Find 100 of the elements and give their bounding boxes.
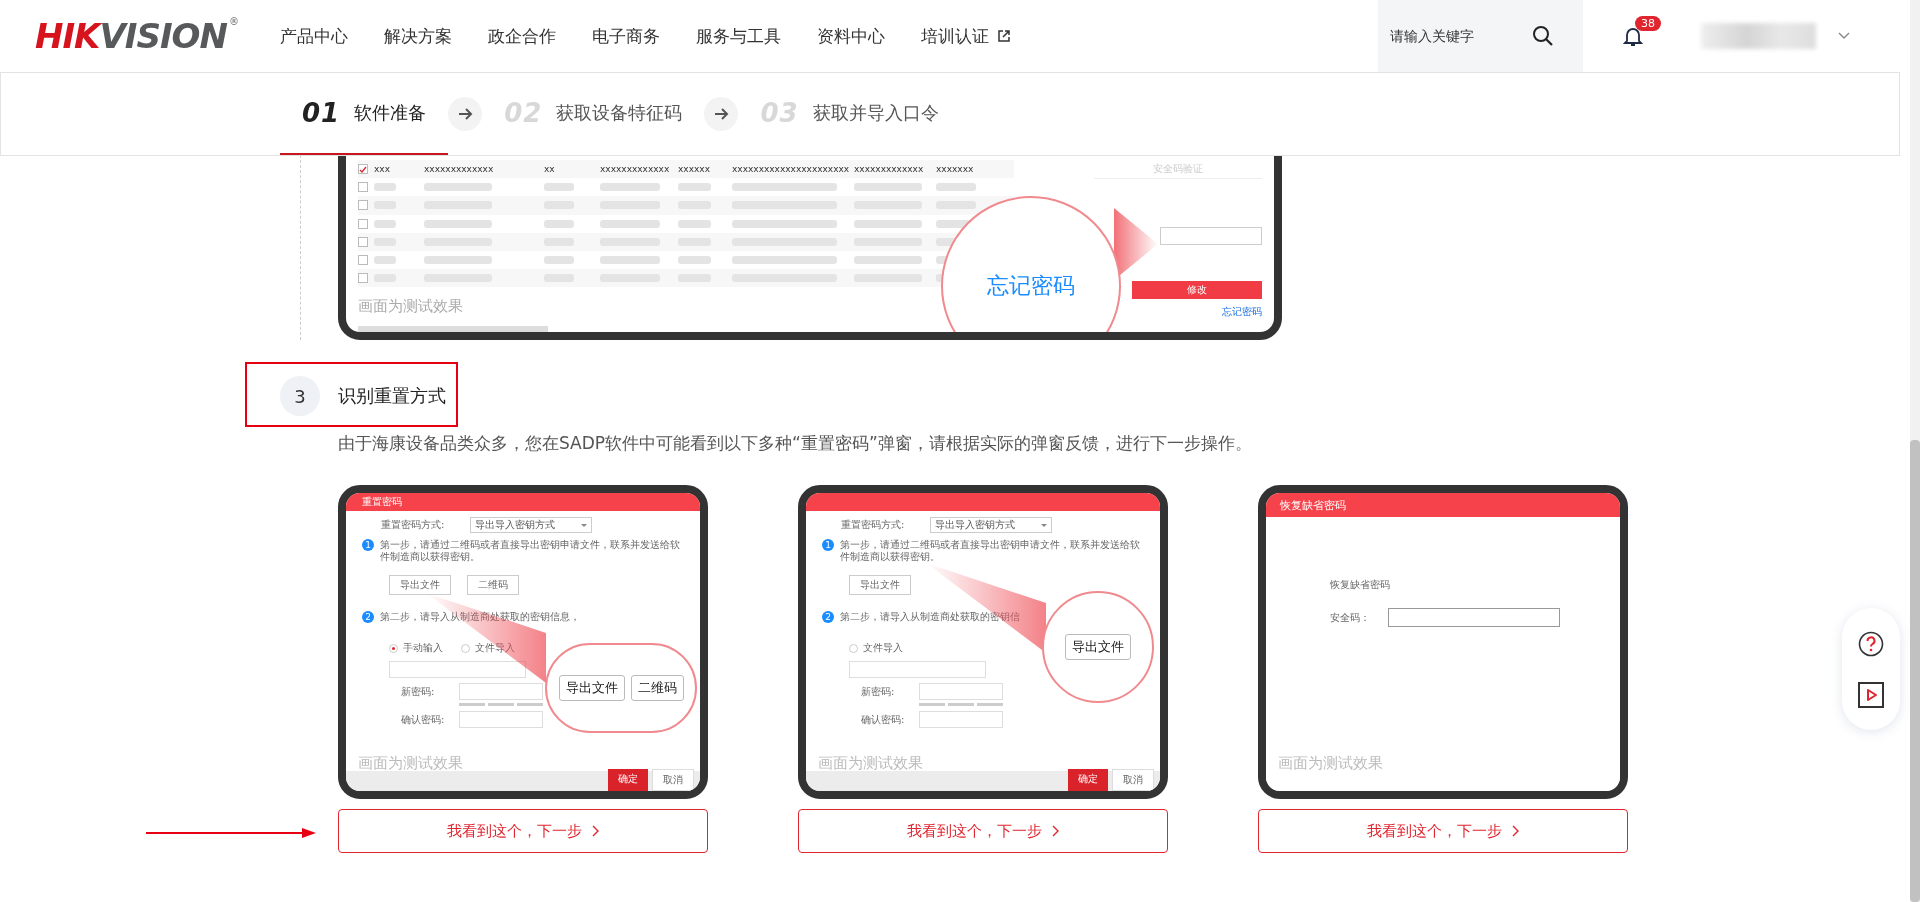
dialog-button[interactable]: 导出文件 [849,575,911,595]
preview-caption: 画面为测试效果 [818,755,923,771]
nav-link[interactable]: 资料中心 [816,24,885,48]
field-label: 新密码: [401,684,436,699]
next-step-button[interactable]: 我看到这个，下一步 [798,809,1168,853]
placeholder-bar [374,183,396,192]
placeholder-bar [544,256,574,265]
step-label: 获取并导入口令 [812,101,939,125]
table-cell-text: xxxxxxx [936,164,975,175]
placeholder-bar [600,256,660,265]
help-icon[interactable] [1858,630,1884,657]
dialog-button[interactable]: 导出文件 [558,675,625,701]
placeholder-bar [544,183,574,192]
step-label: 获取设备特征码 [556,101,683,125]
magnifier-lens: 忘记密码 [941,196,1121,332]
method-dropdown[interactable]: 导出导入密钥方式 [930,517,1053,533]
dialog-heading: 恢复缺省密码 [1330,578,1391,592]
cancel-button[interactable]: 取消 [652,769,694,791]
instruction-text: 第二步，请导入从制造商处获取的密钥信 [840,611,1020,623]
step-number-badge: 2 [822,611,834,623]
preview-caption: 画面为测试效果 [358,755,463,771]
search-icon [1532,25,1554,47]
method-dropdown[interactable]: 导出导入密钥方式 [470,517,593,533]
dropdown-value: 导出导入密钥方式 [475,518,556,532]
preview-caption: 画面为测试效果 [358,297,464,317]
table-cell-text: xxxxxx [678,164,711,175]
notification-badge: 38 [1635,15,1661,31]
field-label: 重置密码方式: [841,518,905,532]
table-cell-text: xxxxxxxxxxxxx [854,164,925,175]
confirm-button[interactable]: 确定 [1068,769,1108,791]
caret-icon [1838,32,1850,40]
placeholder-bar [678,219,711,228]
nav-link[interactable]: 产品中心 [279,24,348,48]
caret-icon [581,523,588,527]
forgot-password-link[interactable]: 忘记密码 [1222,305,1262,319]
placeholder-bar [544,219,574,228]
nav-link[interactable]: 政企合作 [487,24,556,48]
scrollbar-thumb[interactable] [1910,440,1920,902]
checkbox[interactable] [358,218,368,229]
step-number-badge: 1 [822,539,834,551]
placeholder-bar [854,219,922,228]
play-icon[interactable] [1858,681,1884,708]
table-cell-text: xxxxxxxxxxxxx [424,164,495,175]
input-field[interactable] [1388,608,1560,627]
checkbox[interactable] [358,255,368,266]
dialog-button[interactable]: 二维码 [467,575,519,595]
chevron-right-icon [1052,825,1059,837]
table-cell-text: xxxxxxxxxxxxxxxxxxxxxx [732,164,851,175]
dropdown-value: 导出导入密钥方式 [935,518,1016,532]
table-cell-text: xxx [374,164,391,175]
placeholder-bar [424,183,492,192]
step-number-circle: 3 [280,376,320,416]
checkbox[interactable] [358,236,368,247]
section-title: 识别重置方式 [338,384,446,408]
field-label: 安全码： [1330,610,1371,625]
field-label: 新密码: [861,684,896,699]
placeholder-bar [854,256,922,265]
nav-link[interactable]: 服务与工具 [695,24,781,48]
placeholder-bar [424,256,492,265]
instruction-text: 第一步，请通过二维码或者直接导出密钥申请文件，联系并发送给软件制造商以获得密钥。 [840,539,1140,563]
instruction-text: 第一步，请通过二维码或者直接导出密钥申请文件，联系并发送给软件制造商以获得密钥。 [380,539,680,563]
nav-link[interactable]: 解决方案 [383,24,452,48]
placeholder-bar [678,183,711,192]
placeholder-bar [374,256,396,265]
placeholder-bar [424,219,492,228]
next-step-button[interactable]: 我看到这个，下一步 [1258,809,1628,853]
step-label: 软件准备 [354,101,427,125]
nav-link[interactable]: 电子商务 [591,24,660,48]
field-label: 重置密码方式: [381,518,445,532]
checkbox[interactable] [358,273,368,284]
chevron-right-icon [1512,825,1519,837]
placeholder-bar [854,183,922,192]
external-link-icon [996,29,1011,43]
step-number-badge: 1 [362,539,374,551]
checkbox[interactable] [358,182,368,193]
dialog-button[interactable]: 导出文件 [389,575,451,595]
modify-button[interactable]: 修改 [1132,281,1262,299]
field-label: 确认密码: [401,712,446,727]
nav-link[interactable]: 培训认证 [920,24,1011,48]
preview-caption: 画面为测试效果 [1278,755,1383,771]
table-cell-text: xxxxxxxxxxxxx [600,164,671,175]
dialog-button[interactable]: 导出文件 [1065,634,1131,660]
next-step-button[interactable]: 我看到这个，下一步 [338,809,708,853]
confirm-button[interactable]: 确定 [608,769,648,791]
hikvision-logo[interactable]: HIKVISION® [35,16,238,56]
field-label: 确认密码: [861,712,906,727]
cancel-button[interactable]: 取消 [1112,769,1154,791]
table-cell-text: xx [544,164,556,175]
placeholder-bar [936,183,976,192]
bell-icon [1623,25,1643,47]
placeholder-bar [600,183,660,192]
search-field[interactable]: 请输入关键字 [1388,27,1532,45]
placeholder-bar [678,256,711,265]
radio-label: 文件导入 [863,641,903,655]
checkbox[interactable] [358,200,368,211]
checkbox[interactable] [358,164,368,175]
user-avatar[interactable] [1701,23,1816,49]
step-number: 01 [302,98,341,128]
dialog-button[interactable]: 二维码 [630,675,684,701]
instruction-text: 第二步，请导入从制造商处获取的密钥信息， [380,611,580,623]
